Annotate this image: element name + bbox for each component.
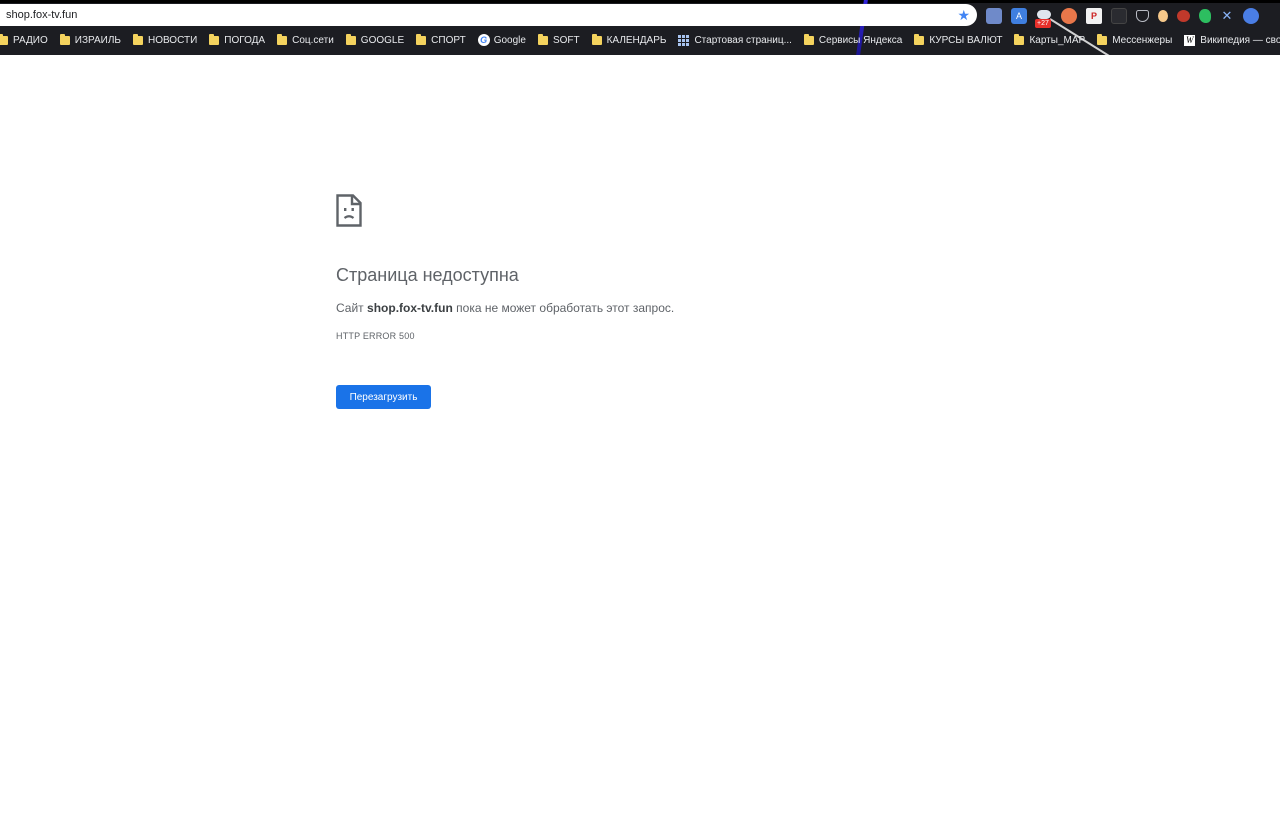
error-page: Страница недоступна Сайт shop.fox-tv.fun…	[336, 194, 936, 409]
wikipedia-icon: W	[1184, 34, 1196, 46]
folder-icon	[537, 33, 548, 45]
bookmark-label: КУРСЫ ВАЛЮТ	[929, 34, 1003, 46]
browser-toolbar: shop.fox-tv.fun ★ A +27 P ✕ РАДИО ИЗРАИЛ…	[0, 0, 1280, 55]
weather-icon[interactable]: +27	[1035, 8, 1052, 28]
folder-icon	[209, 33, 220, 45]
orange-circle-icon[interactable]	[1061, 8, 1077, 24]
bookmark-label: НОВОСТИ	[147, 34, 198, 46]
bookmark-label: КАЛЕНДАРЬ	[606, 34, 667, 46]
bookmark-item[interactable]: ПОГОДА	[209, 30, 265, 50]
address-bar[interactable]: shop.fox-tv.fun ★	[0, 4, 977, 26]
bookmark-label: Соц.сети	[292, 34, 334, 46]
bookmark-label: Сервисы Яндекса	[818, 34, 903, 46]
extensions-bar: A +27 P ✕	[986, 6, 1268, 28]
bookmark-label: Google	[493, 34, 526, 46]
grid-icon	[678, 34, 690, 46]
pdf-icon[interactable]: P	[1086, 8, 1102, 24]
bookmark-item[interactable]: Стартовая страниц...	[678, 30, 792, 50]
weather-badge: +27	[1035, 19, 1051, 28]
bookmark-item[interactable]: РАДИО	[0, 30, 48, 50]
bookmark-label: GOOGLE	[360, 34, 405, 46]
bookmark-label: Википедия — своб...	[1200, 34, 1280, 46]
folder-icon	[1014, 33, 1025, 45]
translate-icon[interactable]: A	[1011, 8, 1027, 24]
sad-page-icon	[336, 194, 362, 227]
error-code: HTTP ERROR 500	[336, 331, 415, 341]
dark-square-icon[interactable]	[1111, 8, 1127, 24]
bookmark-item[interactable]: W Википедия — своб...	[1184, 30, 1280, 50]
bookmark-item[interactable]: ИЗРАИЛЬ	[59, 30, 121, 50]
error-site-name: shop.fox-tv.fun	[367, 301, 453, 315]
folder-icon	[914, 33, 925, 45]
bookmark-item[interactable]: НОВОСТИ	[132, 30, 198, 50]
toolbar-top-edge	[0, 0, 1280, 3]
bookmark-label: SOFT	[552, 34, 580, 46]
address-bar-url[interactable]: shop.fox-tv.fun	[6, 9, 77, 21]
cloud-shape	[1037, 10, 1051, 19]
bookmark-item[interactable]: Сервисы Яндекса	[803, 30, 903, 50]
bookmarks-bar: РАДИО ИЗРАИЛЬ НОВОСТИ ПОГОДА Соц.сети GO…	[0, 30, 1280, 50]
bookmark-star-icon[interactable]: ★	[957, 7, 970, 23]
bookmark-item[interactable]: СПОРТ	[416, 30, 466, 50]
google-icon: G	[477, 34, 490, 46]
bookmark-label: Стартовая страниц...	[694, 34, 792, 46]
bookmark-item[interactable]: SOFT	[537, 30, 580, 50]
folder-icon	[132, 33, 143, 45]
bookmark-item[interactable]: КУРСЫ ВАЛЮТ	[914, 30, 1002, 50]
mask-icon[interactable]	[1177, 10, 1190, 22]
error-title: Страница недоступна	[336, 265, 519, 285]
face-icon[interactable]	[1158, 10, 1168, 22]
blue-circle-icon[interactable]	[1243, 8, 1259, 24]
folder-icon	[277, 33, 288, 45]
pocket-icon[interactable]	[1136, 10, 1149, 22]
bookmark-label: СПОРТ	[431, 34, 466, 46]
bookmark-item[interactable]: Мессенжеры	[1097, 30, 1172, 50]
bookmark-label: РАДИО	[13, 34, 48, 46]
evernote-icon[interactable]	[1199, 9, 1211, 23]
reload-button[interactable]: Перезагрузить	[336, 385, 431, 409]
folder-icon	[591, 33, 602, 45]
bookmark-label: ИЗРАИЛЬ	[74, 34, 121, 46]
folder-icon	[416, 33, 427, 45]
folder-icon	[803, 33, 814, 45]
bookmark-item[interactable]: Соц.сети	[277, 30, 334, 50]
bookmark-item[interactable]: G Google	[477, 30, 526, 50]
bookmark-label: Карты_МАР	[1029, 34, 1086, 46]
grid-icon[interactable]	[986, 8, 1002, 24]
folder-icon	[59, 33, 70, 45]
bookmark-label: ПОГОДА	[224, 34, 266, 46]
folder-icon	[345, 33, 356, 45]
folder-icon	[1097, 33, 1108, 45]
bookmark-item[interactable]: Карты_МАР	[1014, 30, 1085, 50]
bookmark-item[interactable]: GOOGLE	[345, 30, 405, 50]
error-description: Сайт shop.fox-tv.fun пока не может обраб…	[336, 301, 674, 315]
bookmark-item[interactable]: КАЛЕНДАРЬ	[591, 30, 667, 50]
bookmark-label: Мессенжеры	[1112, 34, 1173, 46]
error-description-prefix: Сайт	[336, 301, 364, 315]
folder-icon	[0, 33, 8, 45]
x-icon[interactable]: ✕	[1220, 8, 1234, 24]
error-description-suffix: пока не может обработать этот запрос.	[456, 301, 675, 315]
